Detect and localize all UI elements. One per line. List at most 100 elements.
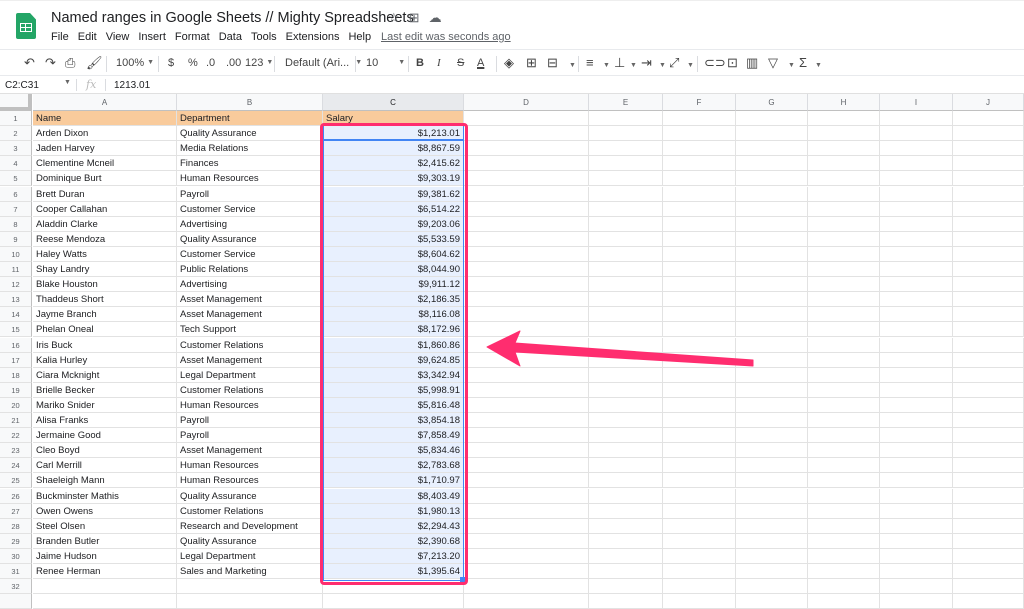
empty-cell[interactable] <box>464 352 589 368</box>
empty-cell[interactable] <box>808 367 880 383</box>
merge-cells-icon[interactable]: ⊟ <box>547 55 558 71</box>
salary-cell[interactable]: $1,860.86 <box>323 337 464 353</box>
name-cell[interactable]: Clementine Mcneil <box>33 156 177 172</box>
empty-cell[interactable] <box>880 564 953 580</box>
salary-cell[interactable]: $3,854.18 <box>323 413 464 429</box>
text-wrapping-icon[interactable]: ⇥ <box>641 55 652 71</box>
empty-cell[interactable] <box>880 413 953 429</box>
empty-cell[interactable] <box>464 428 589 444</box>
empty-cell[interactable] <box>953 277 1024 293</box>
empty-cell[interactable] <box>808 201 880 217</box>
empty-cell[interactable] <box>953 397 1024 413</box>
borders-icon[interactable]: ⊞ <box>526 55 537 71</box>
empty-cell[interactable] <box>663 262 736 278</box>
empty-cell[interactable] <box>663 503 736 519</box>
empty-cell[interactable] <box>880 397 953 413</box>
department-cell[interactable]: Quality Assurance <box>177 533 323 549</box>
empty-cell[interactable] <box>953 382 1024 398</box>
fill-handle[interactable] <box>460 577 465 582</box>
department-cell[interactable]: Customer Relations <box>177 337 323 353</box>
empty-cell[interactable] <box>736 397 808 413</box>
empty-cell[interactable] <box>736 579 808 595</box>
salary-cell[interactable]: $9,203.06 <box>323 216 464 232</box>
empty-cell[interactable] <box>808 307 880 323</box>
salary-cell[interactable]: $1,980.13 <box>323 503 464 519</box>
more-formats-select[interactable]: 123 ▼ <box>245 55 273 71</box>
empty-cell[interactable] <box>808 533 880 549</box>
row-header[interactable]: 24 <box>0 458 32 474</box>
empty-cell[interactable] <box>808 503 880 519</box>
empty-cell[interactable] <box>663 171 736 187</box>
column-header-b[interactable]: B <box>177 94 323 111</box>
column-header-i[interactable]: I <box>880 94 953 111</box>
empty-cell[interactable] <box>808 337 880 353</box>
header-cell-salary[interactable]: Salary <box>323 111 464 127</box>
empty-cell[interactable] <box>808 322 880 338</box>
empty-cell[interactable] <box>808 579 880 595</box>
name-cell[interactable]: Renee Herman <box>33 564 177 580</box>
empty-cell[interactable] <box>589 382 663 398</box>
column-header-e[interactable]: E <box>589 94 663 111</box>
empty-cell[interactable] <box>464 186 589 202</box>
empty-cell[interactable] <box>880 156 953 172</box>
empty-cell[interactable] <box>736 186 808 202</box>
empty-cell[interactable] <box>589 428 663 444</box>
empty-cell[interactable] <box>464 156 589 172</box>
empty-cell[interactable] <box>953 352 1024 368</box>
empty-cell[interactable] <box>880 518 953 534</box>
name-cell[interactable]: Arden Dixon <box>33 126 177 142</box>
salary-cell[interactable]: $1,710.97 <box>323 473 464 489</box>
empty-cell[interactable] <box>464 231 589 247</box>
empty-cell[interactable] <box>589 533 663 549</box>
empty-cell[interactable] <box>953 231 1024 247</box>
department-cell[interactable]: Research and Development <box>177 518 323 534</box>
menu-tools[interactable]: Tools <box>251 31 277 43</box>
percent-format-button[interactable]: % <box>188 55 198 71</box>
empty-cell[interactable] <box>880 141 953 157</box>
empty-cell[interactable] <box>808 428 880 444</box>
empty-cell[interactable] <box>464 518 589 534</box>
empty-cell[interactable] <box>663 548 736 564</box>
row-header[interactable]: 28 <box>0 518 32 534</box>
empty-cell[interactable] <box>953 473 1024 489</box>
empty-cell[interactable] <box>880 473 953 489</box>
empty-cell[interactable] <box>953 216 1024 232</box>
empty-cell[interactable] <box>663 443 736 459</box>
salary-cell[interactable]: $7,858.49 <box>323 428 464 444</box>
empty-cell[interactable] <box>953 428 1024 444</box>
empty-cell[interactable] <box>953 246 1024 262</box>
name-cell[interactable]: Cooper Callahan <box>33 201 177 217</box>
fill-color-icon[interactable]: ◈ <box>504 55 514 71</box>
insert-comment-icon[interactable]: ⊡ <box>727 55 738 71</box>
empty-cell[interactable] <box>808 413 880 429</box>
salary-cell[interactable]: $8,604.62 <box>323 246 464 262</box>
empty-cell[interactable] <box>736 307 808 323</box>
empty-cell[interactable] <box>464 397 589 413</box>
empty-cell[interactable] <box>880 201 953 217</box>
salary-cell[interactable]: $9,381.62 <box>323 186 464 202</box>
department-cell[interactable]: Customer Relations <box>177 382 323 398</box>
salary-cell[interactable]: $9,624.85 <box>323 352 464 368</box>
redo-icon[interactable]: ↷ <box>45 55 56 71</box>
zoom-select[interactable]: 100% ▼ <box>116 55 154 71</box>
increase-decimal-button[interactable]: .00 <box>226 55 241 71</box>
empty-cell[interactable] <box>953 201 1024 217</box>
empty-cell[interactable] <box>663 473 736 489</box>
empty-cell[interactable] <box>953 579 1024 595</box>
empty-cell[interactable] <box>880 428 953 444</box>
empty-cell[interactable] <box>736 488 808 504</box>
decrease-decimal-button[interactable]: .0 <box>206 55 215 71</box>
empty-cell[interactable] <box>953 443 1024 459</box>
empty-cell[interactable] <box>736 518 808 534</box>
menu-insert[interactable]: Insert <box>138 31 166 43</box>
empty-cell[interactable] <box>880 111 953 127</box>
empty-cell[interactable] <box>464 246 589 262</box>
empty-cell[interactable] <box>880 126 953 142</box>
empty-cell[interactable] <box>663 518 736 534</box>
row-header[interactable]: 17 <box>0 352 32 368</box>
empty-cell[interactable] <box>736 156 808 172</box>
empty-cell[interactable] <box>953 594 1024 609</box>
empty-cell[interactable] <box>736 322 808 338</box>
row-header[interactable]: 10 <box>0 246 32 262</box>
name-cell[interactable]: Reese Mendoza <box>33 231 177 247</box>
